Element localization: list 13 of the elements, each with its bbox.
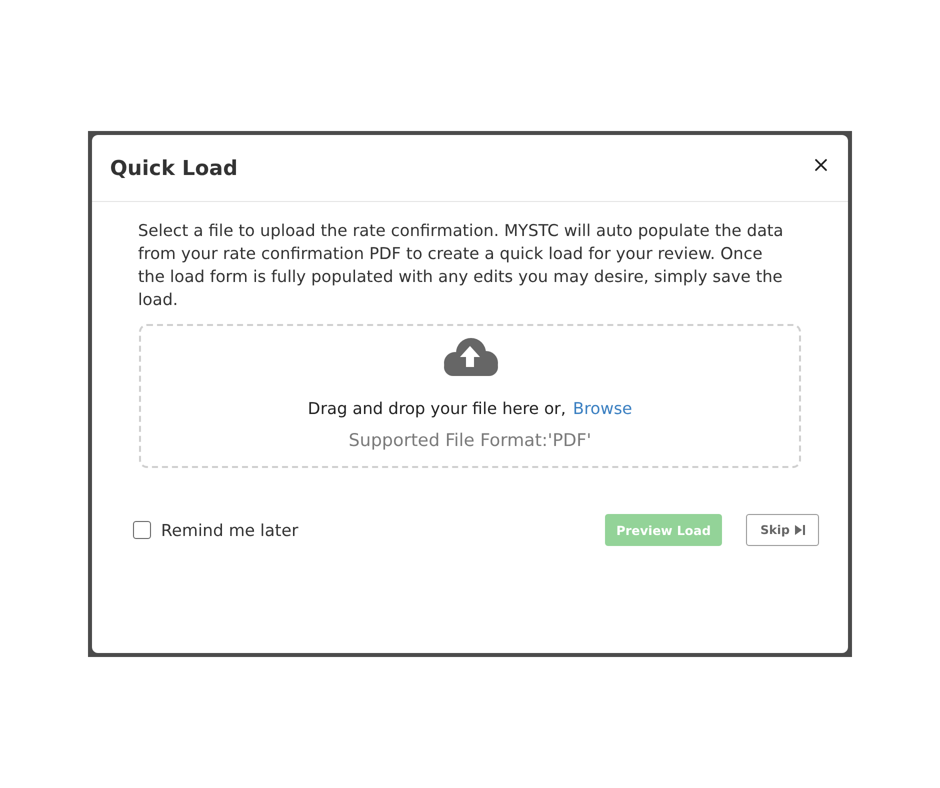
close-icon bbox=[815, 159, 827, 171]
close-button[interactable] bbox=[815, 159, 827, 171]
browse-link[interactable]: Browse bbox=[572, 399, 632, 419]
skip-button[interactable]: Skip bbox=[746, 514, 819, 546]
drop-instruction: Drag and drop your file here or, bbox=[308, 399, 566, 419]
description-text: Select a file to upload the rate confirmation. MYSTC will auto populate the data from your rate confirmation PDF to create a quick load for your review. Once the load form is fully populated with any edits you may desire, simply save the load. bbox=[138, 220, 784, 311]
remind-checkbox[interactable] bbox=[133, 521, 151, 539]
remind-label: Remind me later bbox=[161, 520, 298, 540]
file-drop-zone[interactable]: Drag and drop your file here or, Browse Supported File Format:'PDF' bbox=[139, 324, 801, 468]
supported-format-text: Supported File Format:'PDF' bbox=[348, 431, 592, 451]
skip-forward-icon bbox=[794, 525, 805, 535]
cloud-upload-icon bbox=[442, 338, 498, 376]
dialog-title: Quick Load bbox=[110, 156, 238, 180]
